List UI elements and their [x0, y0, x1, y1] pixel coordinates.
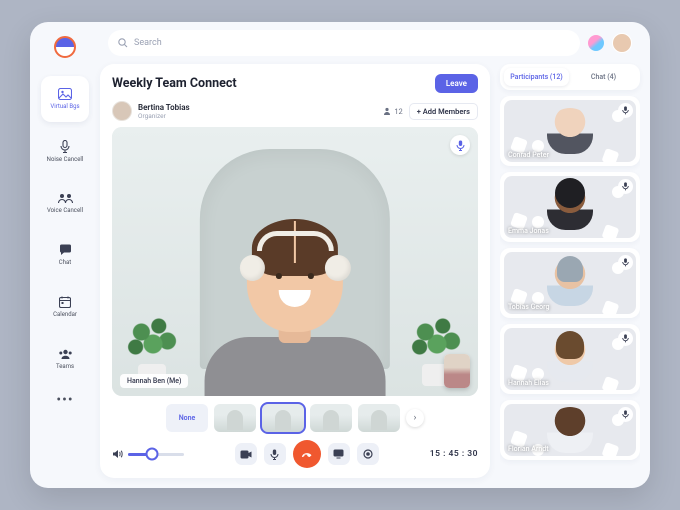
search-placeholder: Search [134, 38, 162, 48]
right-panel: Participants (12) Chat (4) Conrad Peter … [500, 64, 640, 478]
main: Search Weekly Team Connect Leave Bertina… [100, 22, 650, 488]
mic-toggle[interactable] [264, 443, 286, 465]
call-controls: 15 : 45 : 30 [112, 440, 478, 468]
participant-name: Emma Jonas [508, 227, 549, 235]
meeting-panel: Weekly Team Connect Leave Bertina Tobias… [100, 64, 490, 478]
image-icon [58, 88, 72, 100]
participant-card[interactable]: Conrad Peter [500, 96, 640, 166]
organizer-role: Organizer [138, 112, 190, 120]
camera-toggle[interactable] [235, 443, 257, 465]
nav-label: Virtual Bgs [50, 103, 79, 110]
speaker-icon [112, 449, 123, 459]
end-call-button[interactable] [293, 440, 321, 468]
nav-label: Teams [56, 363, 74, 370]
search-icon [118, 38, 128, 48]
notification-icon[interactable] [588, 35, 604, 51]
self-name-chip: Hannah Ben (Me) [120, 374, 188, 388]
bg-option-none[interactable]: None [166, 404, 208, 432]
nav-virtual-bgs[interactable]: Virtual Bgs [41, 76, 89, 122]
participant-mic-icon[interactable] [618, 331, 633, 346]
bg-option-2[interactable] [262, 404, 304, 432]
bg-option-3[interactable] [310, 404, 352, 432]
topbar: Search [100, 22, 640, 64]
stage-mic-toggle[interactable] [450, 135, 470, 155]
participant-name: Conrad Peter [508, 151, 549, 159]
nav-voice-cancel[interactable]: Voice Cancell [41, 180, 89, 226]
microphone-icon [60, 140, 70, 153]
nav-label: Noise Cancell [47, 156, 84, 163]
participant-mic-icon[interactable] [618, 407, 633, 422]
participant-card[interactable]: Tobias Georg [500, 248, 640, 318]
chat-icon [59, 244, 72, 256]
participant-card[interactable]: Florian Arndt [500, 400, 640, 460]
organizer-name: Bertina Tobias [138, 103, 190, 112]
participant-name: Florian Arndt [508, 445, 549, 453]
calendar-icon [59, 296, 71, 308]
participant-card[interactable]: Emma Jonas [500, 172, 640, 242]
call-timer: 15 : 45 : 30 [430, 449, 478, 459]
bg-next-button[interactable]: › [406, 409, 424, 427]
participant-mic-icon[interactable] [618, 255, 633, 270]
add-members-button[interactable]: + Add Members [409, 103, 478, 120]
search-input[interactable]: Search [108, 30, 580, 56]
background-picker: None › [112, 404, 478, 432]
teams-icon [58, 349, 73, 360]
tab-chat[interactable]: Chat (4) [571, 68, 636, 86]
record-button[interactable] [357, 443, 379, 465]
nav-label: Voice Cancell [47, 207, 83, 214]
nav-calendar[interactable]: Calendar [41, 284, 89, 330]
video-stage: Hannah Ben (Me) [112, 127, 478, 396]
panel-tabs: Participants (12) Chat (4) [500, 64, 640, 90]
participant-list: Conrad Peter Emma Jonas Tobias Georg [500, 96, 640, 478]
nav-chat[interactable]: Chat [41, 232, 89, 278]
bg-option-4[interactable] [358, 404, 400, 432]
nav-label: Calendar [53, 311, 77, 318]
participant-count: 12 [383, 107, 402, 116]
nav-label: Chat [59, 259, 71, 266]
participant-mic-icon[interactable] [618, 179, 633, 194]
nav-noise-cancel[interactable]: Noise Cancell [41, 128, 89, 174]
bg-option-1[interactable] [214, 404, 256, 432]
profile-avatar[interactable] [612, 33, 632, 53]
tab-participants[interactable]: Participants (12) [504, 68, 569, 86]
pip-self-camera[interactable] [444, 354, 470, 388]
volume-control[interactable] [112, 449, 184, 459]
participant-name: Tobias Georg [508, 303, 549, 311]
sidebar: Virtual Bgs Noise Cancell Voice Cancell … [30, 22, 100, 488]
voice-icon [58, 193, 73, 204]
app-logo [54, 36, 76, 58]
nav-more[interactable]: ••• [56, 392, 73, 408]
organizer-info: Bertina Tobias Organizer [112, 101, 190, 121]
leave-button[interactable]: Leave [435, 74, 478, 93]
organizer-avatar [112, 101, 132, 121]
content: Weekly Team Connect Leave Bertina Tobias… [100, 64, 640, 478]
person-icon [383, 107, 391, 115]
screen-share-button[interactable] [328, 443, 350, 465]
participant-mic-icon[interactable] [618, 103, 633, 118]
meeting-title: Weekly Team Connect [112, 76, 237, 91]
participant-card[interactable]: Hannah Elias [500, 324, 640, 394]
nav-teams[interactable]: Teams [41, 336, 89, 382]
volume-slider[interactable] [128, 453, 184, 456]
app-window: Virtual Bgs Noise Cancell Voice Cancell … [30, 22, 650, 488]
participant-name: Hannah Elias [508, 379, 549, 387]
